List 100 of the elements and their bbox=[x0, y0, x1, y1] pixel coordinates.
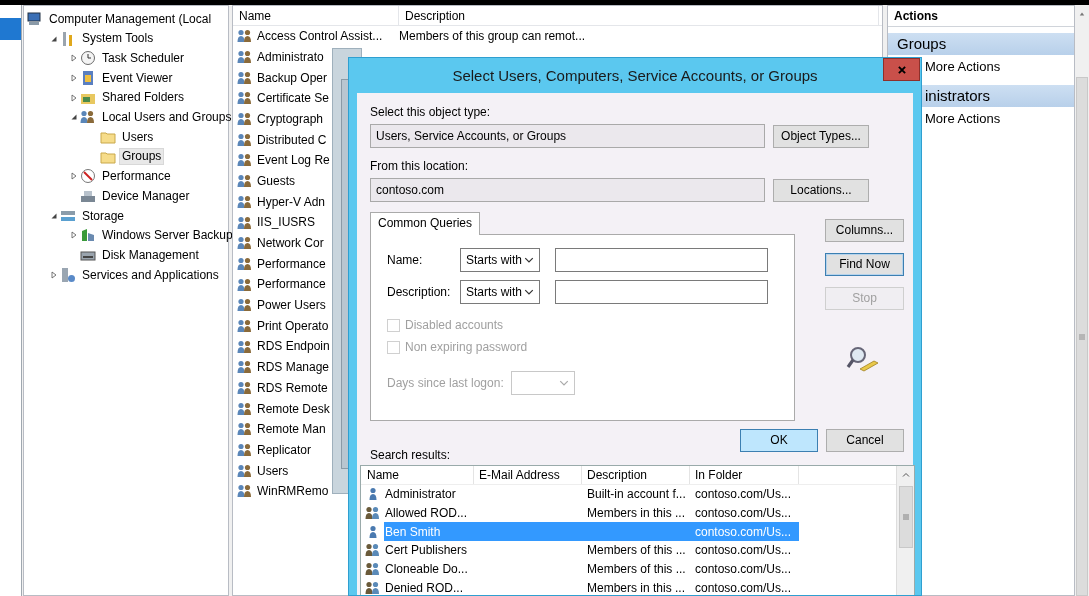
tree-item[interactable]: Services and Applications bbox=[79, 266, 222, 283]
result-cell-text: Built-in account f... bbox=[586, 487, 687, 502]
field-label: From this location: bbox=[370, 158, 470, 174]
tab[interactable]: Common Queries bbox=[370, 212, 481, 235]
users-icon bbox=[237, 359, 253, 376]
users-icon bbox=[237, 193, 253, 210]
result-cell-text: Members of this ... bbox=[586, 543, 687, 558]
users-icon bbox=[237, 69, 253, 86]
result-row[interactable]: Cert Publishers Members of this ... contoso.com/Us... bbox=[384, 541, 799, 560]
group-name: Distributed C bbox=[257, 132, 327, 147]
button[interactable]: Object Types... bbox=[773, 124, 869, 148]
expander-icon[interactable] bbox=[69, 73, 78, 82]
group-name: Event Log Re bbox=[257, 153, 330, 168]
column-header[interactable]: Description bbox=[582, 466, 690, 484]
group-name: Cryptograph bbox=[257, 111, 324, 127]
result-cell-text: Ben Smith bbox=[384, 524, 442, 539]
expander-icon[interactable] bbox=[69, 93, 78, 102]
close-button[interactable] bbox=[883, 58, 920, 81]
group-name: Remote Man bbox=[257, 422, 326, 437]
users-icon bbox=[237, 28, 253, 45]
tree-item[interactable]: Task Scheduler bbox=[99, 50, 188, 67]
up-arrow-icon bbox=[1078, 11, 1086, 17]
column-header[interactable]: In Folder bbox=[690, 466, 799, 484]
result-cell-text: Cert Publishers bbox=[384, 543, 469, 558]
users-icon bbox=[237, 400, 253, 417]
result-cell-text: contoso.com/Us... bbox=[694, 561, 793, 577]
result-row[interactable]: Allowed ROD... Members in this ... contoso.com/Us... bbox=[384, 503, 799, 523]
button[interactable]: Find Now bbox=[825, 253, 904, 276]
checkbox-label: Disabled accounts bbox=[405, 317, 504, 333]
result-cell-text: Cloneable Do... bbox=[384, 561, 469, 577]
group-name: Remote Desk bbox=[257, 401, 330, 416]
button[interactable]: OK bbox=[740, 429, 818, 452]
button[interactable]: Columns... bbox=[825, 219, 904, 242]
users-icon bbox=[237, 255, 253, 272]
group-name: Guests bbox=[257, 173, 295, 189]
operator-dropdown[interactable]: Starts with bbox=[460, 248, 540, 272]
field-label: Search results: bbox=[370, 447, 451, 462]
result-cell-text: contoso.com/Us... bbox=[694, 580, 793, 595]
result-cell-text: Members of this ... bbox=[586, 561, 687, 577]
users-icon bbox=[237, 152, 253, 169]
users-icon bbox=[237, 111, 253, 128]
group-name: WinRMRemo bbox=[257, 484, 329, 499]
selection-highlight bbox=[0, 18, 21, 40]
result-row[interactable]: Cloneable Do... Members of this ... contoso.com/Us... bbox=[384, 559, 799, 579]
tree-item[interactable]: Performance bbox=[99, 168, 174, 185]
tree-item[interactable]: Users bbox=[119, 128, 157, 146]
tree-item[interactable]: Computer Management (Local bbox=[46, 10, 215, 28]
users-icon bbox=[237, 421, 253, 438]
expander-icon[interactable] bbox=[49, 211, 58, 220]
group-name: Performance bbox=[257, 256, 326, 272]
caret-icon bbox=[559, 378, 569, 388]
result-row[interactable]: Administrator Built-in account f... contoso.com/Us... bbox=[384, 485, 799, 504]
dialog-title: Select Users, Computers, Service Accounts, or Groups bbox=[451, 65, 819, 86]
group-name: RDS Manage bbox=[257, 360, 330, 375]
users-icon bbox=[237, 380, 253, 397]
button[interactable]: Cancel bbox=[826, 429, 904, 452]
tree-item[interactable]: Storage bbox=[79, 207, 128, 224]
group-name: RDS Endpoin bbox=[257, 339, 330, 354]
clock-icon bbox=[80, 50, 96, 67]
users-icon bbox=[237, 276, 253, 293]
tree-item[interactable]: Shared Folders bbox=[99, 89, 188, 106]
users-icon bbox=[237, 235, 253, 252]
tree-item[interactable]: Event Viewer bbox=[99, 69, 176, 87]
expander-icon[interactable] bbox=[69, 172, 78, 181]
group-name: Print Operato bbox=[257, 318, 329, 334]
users-icon bbox=[364, 542, 381, 559]
users-icon bbox=[237, 90, 253, 107]
result-cell-text: Administrator bbox=[384, 487, 457, 502]
object-type-field[interactable]: Users, Service Accounts, or Groups bbox=[370, 124, 765, 148]
tree-item[interactable]: Local Users and Groups bbox=[99, 109, 235, 126]
group-name: RDS Remote bbox=[257, 380, 328, 396]
users-icon bbox=[237, 338, 253, 355]
tree-item[interactable]: Device Manager bbox=[99, 187, 193, 205]
grip-icon bbox=[901, 513, 910, 521]
text-field[interactable] bbox=[555, 248, 768, 272]
operator-dropdown[interactable]: Starts with bbox=[460, 280, 540, 304]
group-name: Network Cor bbox=[257, 236, 324, 251]
result-row[interactable]: Denied ROD... Members in this ... contoso.com/Us... bbox=[384, 578, 799, 595]
users-icon bbox=[364, 579, 381, 595]
checkbox-label: Non expiring password bbox=[405, 339, 528, 355]
tree-item[interactable]: Windows Server Backup bbox=[99, 227, 236, 244]
expander-icon[interactable] bbox=[69, 231, 78, 240]
column-header[interactable]: Description bbox=[399, 6, 879, 25]
result-cell-text: Members in this ... bbox=[586, 505, 687, 521]
button[interactable]: Locations... bbox=[773, 178, 869, 202]
tree-item[interactable]: Disk Management bbox=[99, 246, 202, 264]
expander-icon[interactable] bbox=[49, 270, 58, 279]
users-icon bbox=[80, 109, 96, 126]
column-header[interactable]: Name bbox=[233, 6, 399, 25]
expander-icon[interactable] bbox=[49, 34, 58, 43]
column-header[interactable]: E-Mail Address bbox=[474, 466, 582, 484]
location-field[interactable]: contoso.com bbox=[370, 178, 765, 202]
text-field[interactable] bbox=[555, 280, 768, 304]
users-icon bbox=[237, 297, 253, 314]
tree-item[interactable]: System Tools bbox=[79, 30, 157, 47]
expander-icon[interactable] bbox=[69, 113, 78, 122]
expander-icon[interactable] bbox=[69, 54, 78, 63]
field-label: Description: bbox=[387, 284, 452, 300]
column-header[interactable]: Name bbox=[362, 466, 474, 484]
tree-item[interactable]: Groups bbox=[119, 148, 165, 165]
